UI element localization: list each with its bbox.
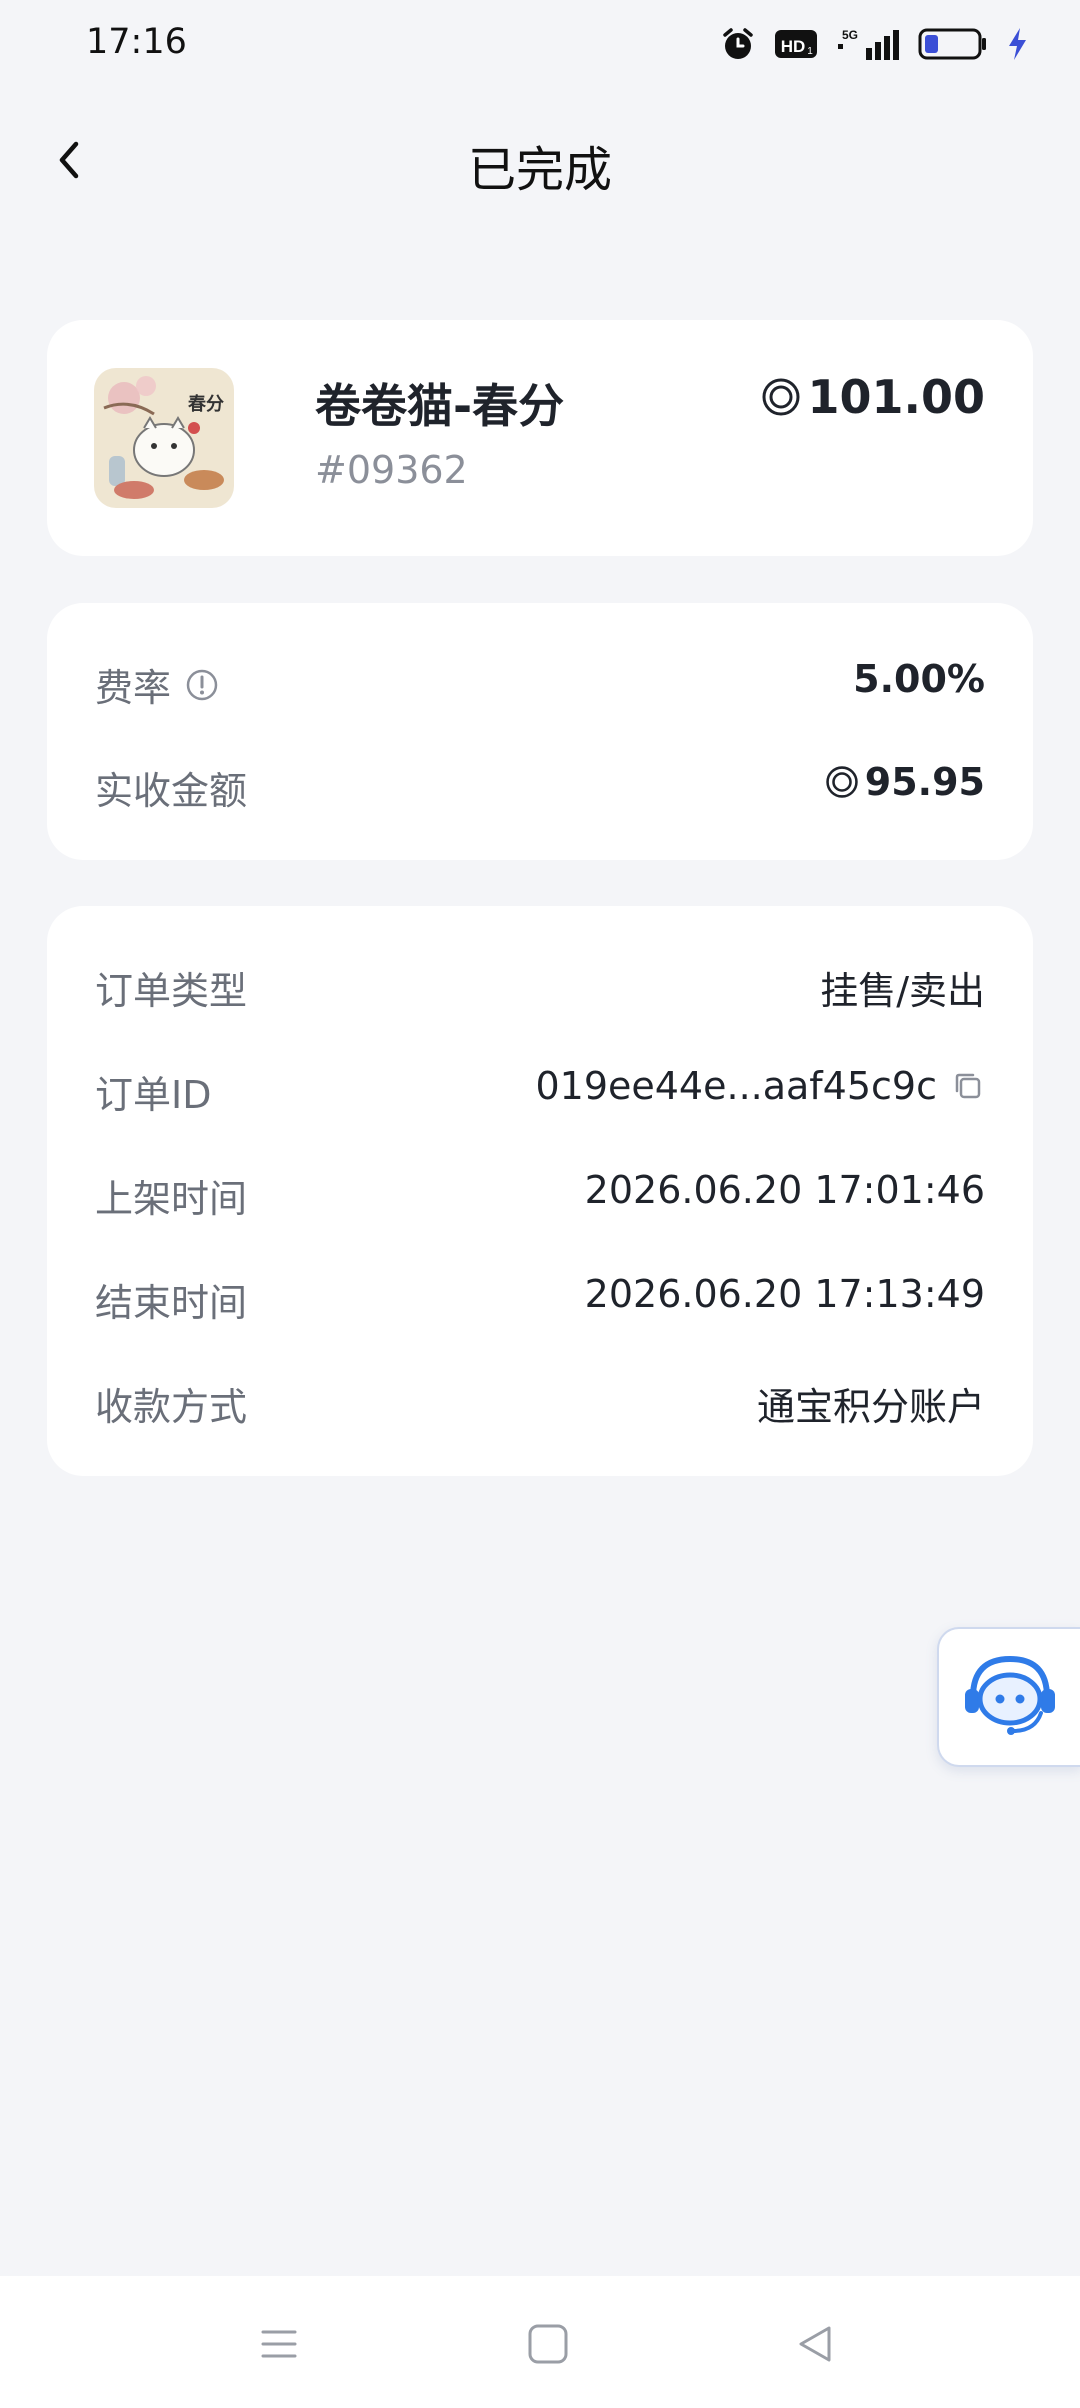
product-card[interactable]: 春分 卷卷猫-春分 #09362 101.00 bbox=[47, 320, 1033, 556]
listed-time-row: 上架时间 2026.06.20 17:01:46 bbox=[95, 1160, 985, 1221]
order-type-label: 订单类型 bbox=[95, 969, 248, 1013]
coin-icon bbox=[762, 378, 800, 416]
order-type-row: 订单类型 挂售/卖出 bbox=[95, 952, 985, 1013]
received-amount-label: 实收金额 bbox=[95, 769, 248, 813]
end-time-value: 2026.06.20 17:13:49 bbox=[584, 1272, 985, 1316]
product-price-value: 101.00 bbox=[807, 370, 985, 424]
status-icons: HD 1 5G bbox=[720, 26, 1028, 62]
coin-icon bbox=[826, 766, 858, 798]
end-time-label: 结束时间 bbox=[95, 1281, 248, 1325]
svg-text:HD: HD bbox=[781, 37, 806, 56]
alarm-icon bbox=[723, 28, 753, 59]
payment-method-value: 通宝积分账户 bbox=[756, 1385, 985, 1429]
fee-rate-label-wrap: 费率 bbox=[95, 657, 219, 712]
end-time-row: 结束时间 2026.06.20 17:13:49 bbox=[95, 1264, 985, 1325]
thumbnail-text: 春分 bbox=[188, 393, 224, 415]
received-amount: 95.95 bbox=[825, 760, 985, 804]
hd-icon: HD 1 bbox=[775, 30, 817, 58]
listed-time-value: 2026.06.20 17:01:46 bbox=[584, 1168, 985, 1212]
nav-menu-icon[interactable] bbox=[249, 2314, 309, 2374]
svg-text:1: 1 bbox=[807, 46, 813, 57]
order-type-value: 挂售/卖出 bbox=[820, 969, 985, 1013]
order-id-value: 019ee44e...aaf45c9c bbox=[535, 1064, 937, 1108]
system-nav-bar bbox=[0, 2276, 1080, 2408]
fee-rate-label: 费率 bbox=[95, 666, 172, 710]
signal-5g-icon: 5G bbox=[838, 28, 899, 60]
header: 已完成 bbox=[0, 110, 1080, 210]
received-amount-value: 95.95 bbox=[864, 760, 985, 804]
status-bar: 17:16 HD 1 5G bbox=[0, 0, 1080, 96]
order-details-card: 订单类型 挂售/卖出 订单ID 019ee44e...aaf45c9c 上架时间… bbox=[47, 906, 1033, 1476]
nav-home-icon[interactable] bbox=[518, 2314, 578, 2374]
order-id-row: 订单ID 019ee44e...aaf45c9c bbox=[95, 1056, 985, 1117]
info-icon[interactable] bbox=[185, 668, 219, 702]
product-serial: #09362 bbox=[315, 448, 468, 492]
customer-service-button[interactable] bbox=[937, 1627, 1080, 1767]
fee-rate-row: 费率 5.00% bbox=[95, 649, 985, 712]
charging-icon bbox=[1009, 28, 1026, 60]
product-price: 101.00 bbox=[761, 370, 985, 424]
fee-card: 费率 5.00% 实收金额 95.95 bbox=[47, 603, 1033, 860]
listed-time-label: 上架时间 bbox=[95, 1177, 248, 1221]
payment-method-label: 收款方式 bbox=[95, 1385, 248, 1429]
order-id: 019ee44e...aaf45c9c bbox=[535, 1064, 985, 1108]
payment-method-row: 收款方式 通宝积分账户 bbox=[95, 1368, 985, 1429]
status-time: 17:16 bbox=[86, 22, 187, 62]
page-title: 已完成 bbox=[467, 142, 612, 198]
svg-text:5G: 5G bbox=[842, 28, 858, 42]
fee-rate-value: 5.00% bbox=[853, 657, 985, 701]
battery-icon bbox=[918, 28, 986, 60]
customer-service-icon bbox=[965, 1655, 1055, 1735]
nav-back-icon[interactable] bbox=[785, 2314, 845, 2374]
copy-icon[interactable] bbox=[951, 1069, 985, 1103]
product-thumbnail: 春分 bbox=[94, 368, 234, 508]
order-id-label: 订单ID bbox=[95, 1073, 212, 1117]
received-amount-row: 实收金额 95.95 bbox=[95, 752, 985, 813]
product-name: 卷卷猫-春分 bbox=[315, 379, 565, 433]
